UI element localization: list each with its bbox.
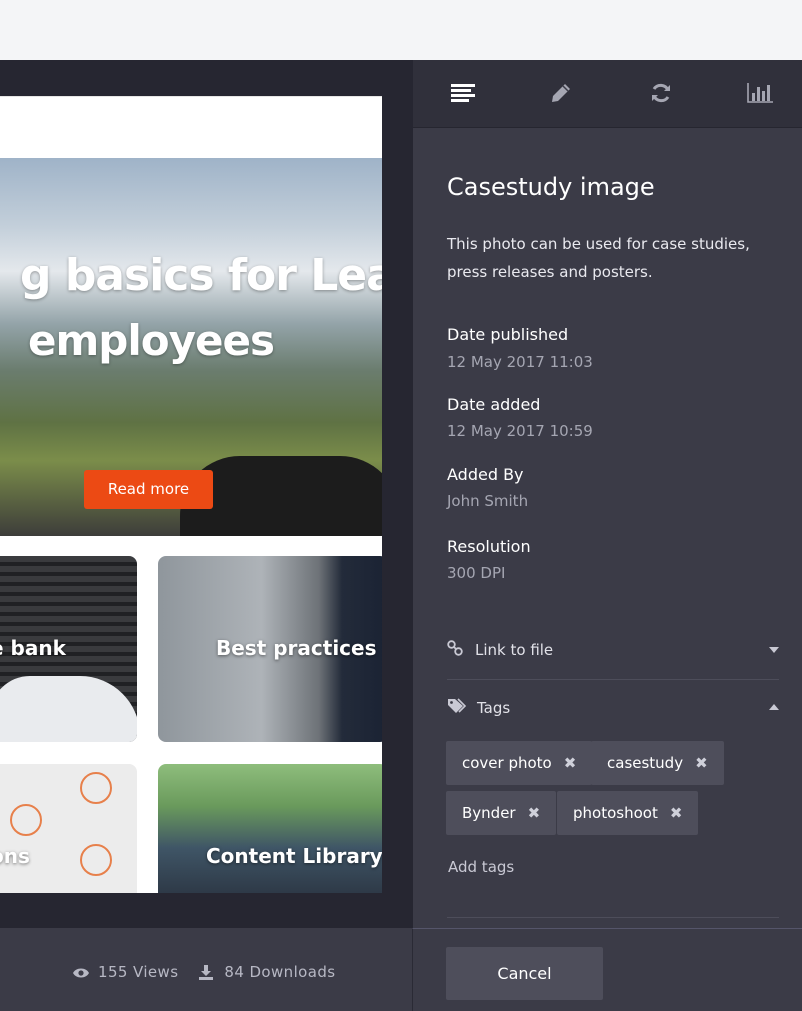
tag-chip[interactable]: cover photo ✖: [446, 741, 593, 785]
tile-content-library: Content Library: [158, 764, 382, 893]
car-shape: [0, 676, 137, 742]
hero-banner: g basics for Lease employees Read more: [0, 158, 382, 536]
download-icon: [198, 965, 216, 980]
views-count: 155 Views: [98, 963, 179, 981]
tile-label: Best practices: [216, 636, 377, 660]
remove-tag-icon[interactable]: ✖: [528, 804, 541, 822]
asset-title: Casestudy image: [447, 173, 655, 201]
asset-stats: 155 Views 84 Downloads: [72, 963, 335, 981]
stats-tab[interactable]: [746, 82, 774, 108]
link-icon: [447, 640, 463, 660]
edit-icon: [551, 83, 571, 107]
tag-icon: [447, 698, 467, 718]
panel-tabs: [413, 60, 802, 128]
details-tab[interactable]: [449, 82, 477, 108]
decor-icon: [10, 804, 42, 836]
refresh-icon: [650, 82, 672, 108]
cancel-button[interactable]: Cancel: [446, 947, 603, 1000]
divider: [447, 917, 779, 918]
resolution-label: Resolution: [447, 537, 531, 556]
tag-label: casestudy: [607, 754, 684, 772]
remove-tag-icon[interactable]: ✖: [564, 754, 577, 772]
top-bar: [0, 0, 802, 60]
tag-chip[interactable]: casestudy ✖: [591, 741, 724, 785]
tag-chip[interactable]: photoshoot ✖: [557, 791, 699, 835]
chevron-up-icon: [769, 704, 779, 710]
date-added-label: Date added: [447, 395, 541, 414]
tile-best-practices: Best practices: [158, 556, 382, 742]
tag-label: cover photo: [462, 754, 552, 772]
date-published-value: 12 May 2017 11:03: [447, 353, 593, 371]
remove-tag-icon[interactable]: ✖: [670, 804, 683, 822]
tags-label: Tags: [477, 699, 511, 717]
asset-description: This photo can be used for case studies,…: [447, 235, 750, 281]
tag-label: photoshoot: [573, 804, 658, 822]
add-tags-input[interactable]: Add tags: [448, 858, 514, 876]
tile-label: Content Library: [206, 844, 382, 868]
asset-detail-panel: Casestudy image This photo can be used f…: [413, 60, 802, 928]
tile-label: ons: [0, 844, 30, 868]
decor-icon: [80, 844, 112, 876]
divider: [447, 679, 779, 680]
link-to-file-label: Link to file: [475, 641, 554, 659]
tile-label: e bank: [0, 636, 66, 660]
remove-tag-icon[interactable]: ✖: [695, 754, 708, 772]
preview-image: g basics for Lease employees Read more e…: [0, 96, 382, 893]
added-by-label: Added By: [447, 465, 524, 484]
tag-label: Bynder: [462, 804, 516, 822]
read-more-button: Read more: [84, 470, 213, 509]
resolution-value: 300 DPI: [447, 564, 506, 582]
details-icon: [451, 83, 475, 107]
hero-heading-line1: g basics for Lease: [20, 250, 382, 301]
date-added-value: 12 May 2017 10:59: [447, 422, 593, 440]
refresh-tab[interactable]: [647, 82, 675, 108]
tile-image-bank: e bank: [0, 556, 137, 742]
hero-heading-line2: employees: [28, 316, 275, 365]
preview-header: [0, 96, 382, 159]
tags-section[interactable]: Tags: [447, 698, 779, 718]
added-by-value: John Smith: [447, 492, 529, 510]
eye-icon: [72, 965, 90, 979]
date-published-label: Date published: [447, 325, 569, 344]
downloads-count: 84 Downloads: [224, 963, 336, 981]
decor-icon: [80, 772, 112, 804]
link-to-file-section[interactable]: Link to file: [447, 640, 779, 660]
edit-tab[interactable]: [547, 82, 575, 108]
stats-icon: [747, 83, 773, 107]
asset-preview: g basics for Lease employees Read more e…: [0, 60, 413, 928]
chevron-down-icon: [769, 647, 779, 653]
tile-icons: ons: [0, 764, 137, 893]
tag-chip[interactable]: Bynder ✖: [446, 791, 557, 835]
